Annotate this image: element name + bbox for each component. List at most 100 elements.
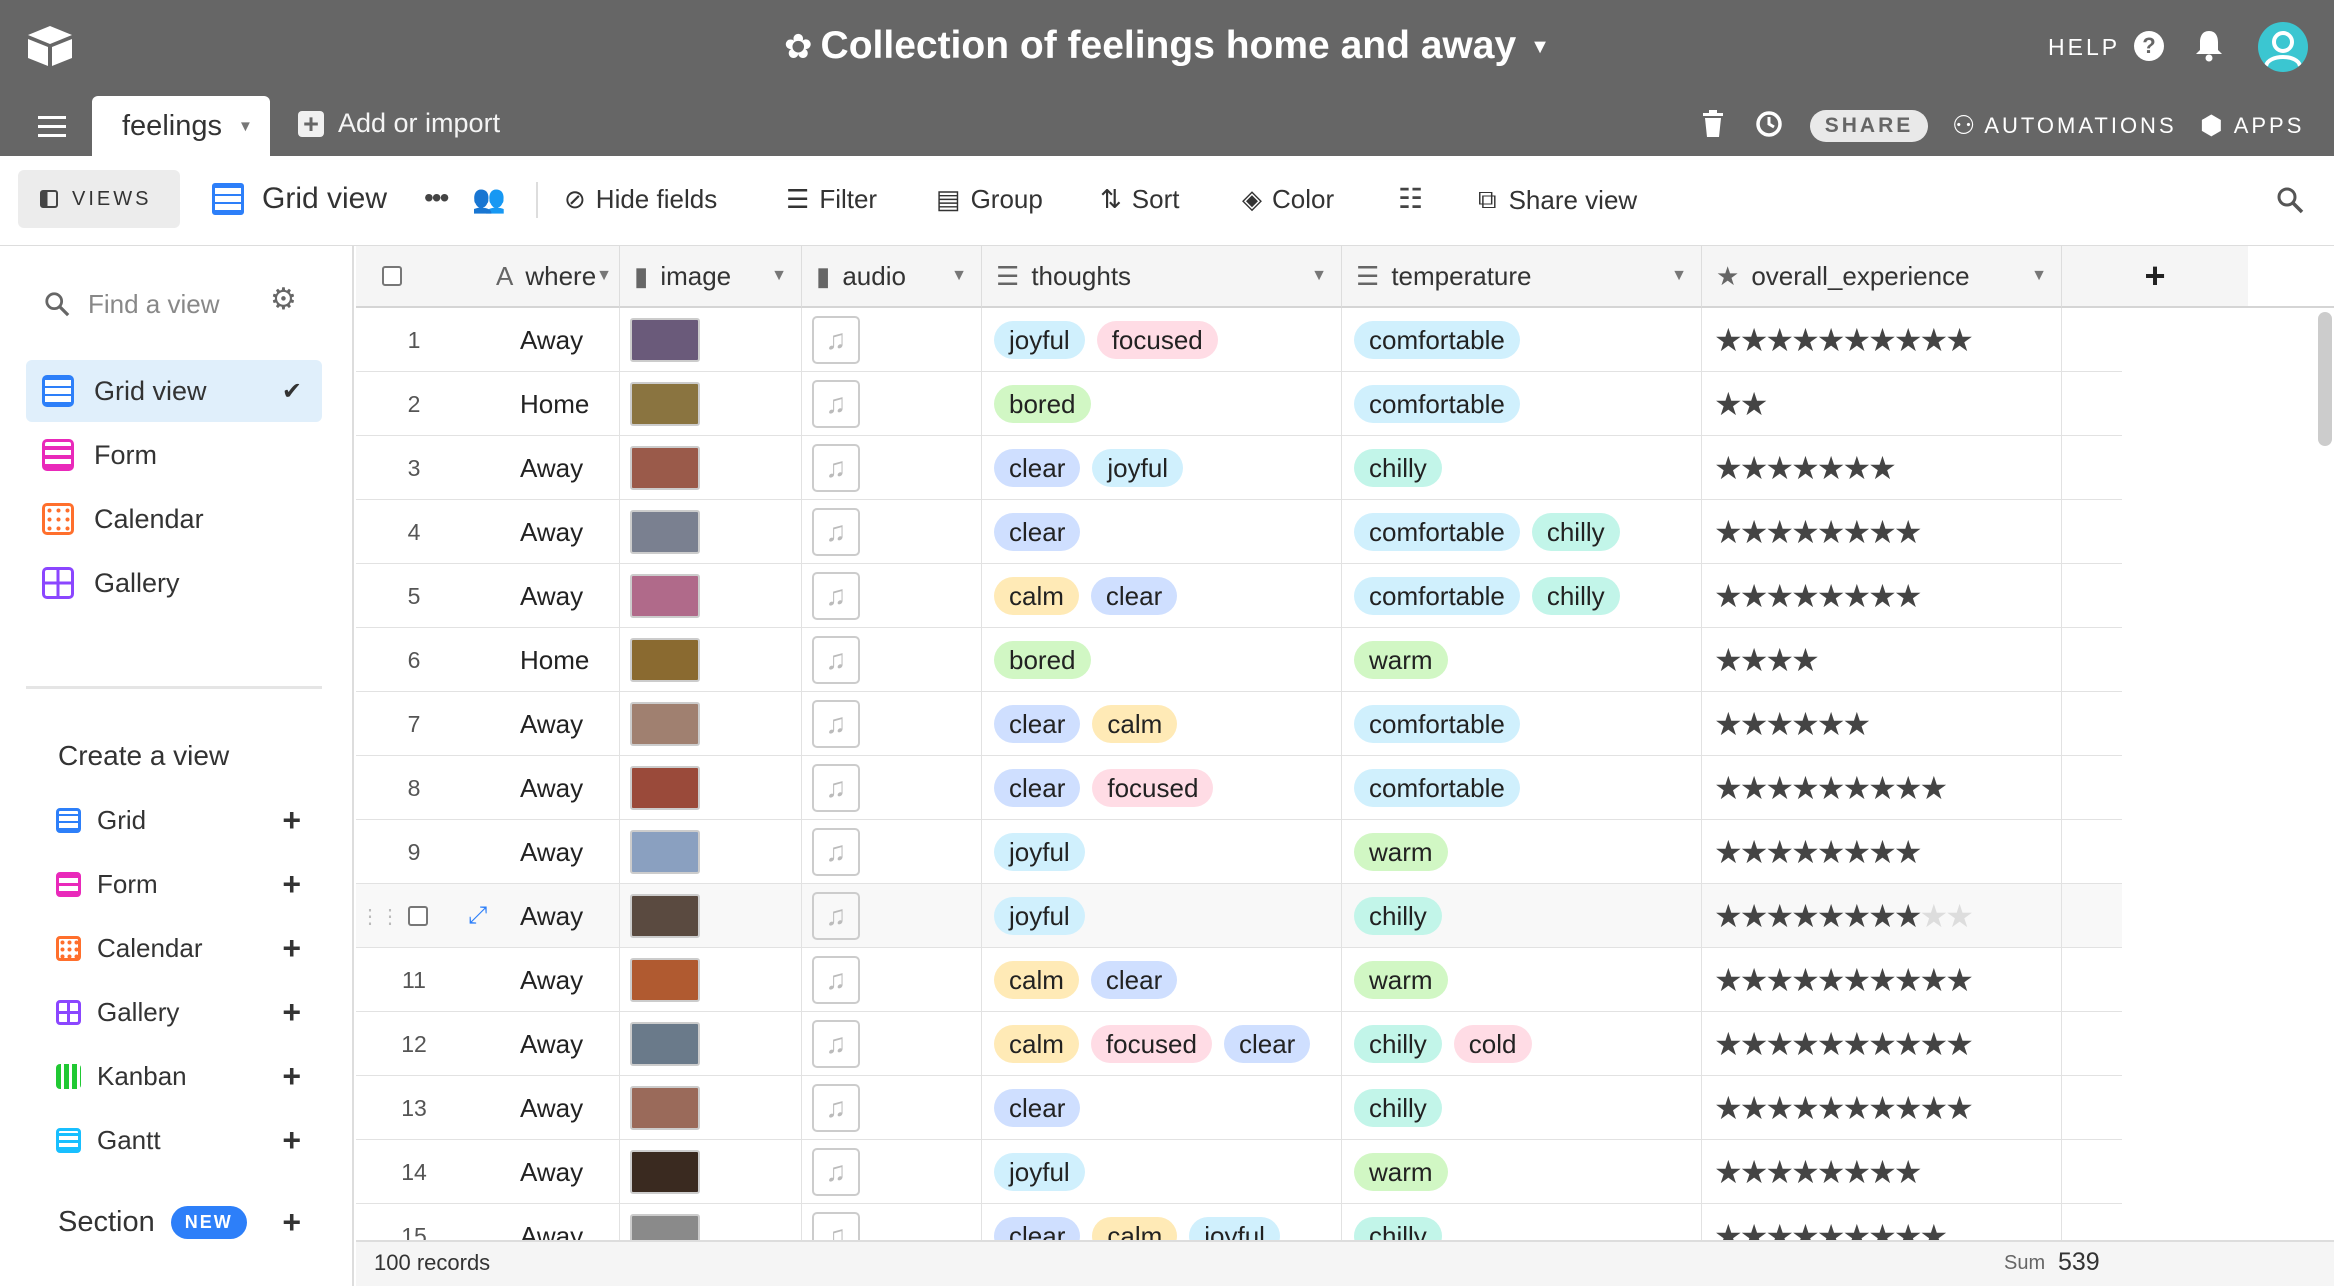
star-icon[interactable]: ★ bbox=[1714, 577, 1743, 615]
column-header-temperature[interactable]: ☰ temperature ▼ bbox=[1342, 246, 1702, 308]
overall-experience-cell[interactable]: ★ ★ ★ ★ ★ ★ ★ ★ bbox=[1702, 564, 2062, 628]
star-icon[interactable]: ★ bbox=[1714, 1153, 1743, 1191]
star-icon[interactable]: ★ bbox=[1714, 1089, 1743, 1127]
create-gallery-button[interactable]: Gallery + bbox=[56, 989, 301, 1035]
automations-button[interactable]: ⚇ AUTOMATIONS bbox=[1952, 110, 2177, 141]
temperature-cell[interactable]: warm bbox=[1342, 628, 1702, 692]
image-cell[interactable] bbox=[620, 308, 802, 372]
chevron-down-icon[interactable]: ▼ bbox=[771, 267, 787, 285]
star-icon[interactable]: ★ bbox=[1920, 1217, 1949, 1240]
star-icon[interactable]: ★ bbox=[1765, 833, 1794, 871]
star-icon[interactable]: ★ bbox=[1817, 769, 1846, 807]
image-thumbnail[interactable] bbox=[630, 702, 700, 746]
audio-cell[interactable]: ♫ bbox=[802, 1076, 982, 1140]
where-cell[interactable]: Away bbox=[496, 884, 620, 948]
star-icon[interactable]: ★ bbox=[1714, 513, 1743, 551]
star-icon[interactable]: ★ bbox=[1817, 1025, 1846, 1063]
star-icon[interactable]: ★ bbox=[1868, 897, 1897, 935]
star-icon[interactable]: ★ bbox=[1740, 385, 1769, 423]
music-note-icon[interactable]: ♫ bbox=[812, 508, 860, 556]
audio-cell[interactable]: ♫ bbox=[802, 756, 982, 820]
star-icon[interactable]: ★ bbox=[1842, 705, 1871, 743]
where-cell[interactable]: Away bbox=[496, 500, 620, 564]
star-icon[interactable]: ★ bbox=[1894, 1025, 1923, 1063]
chevron-down-icon[interactable]: ▼ bbox=[2031, 267, 2047, 285]
star-icon[interactable]: ★ bbox=[1740, 1153, 1769, 1191]
audio-cell[interactable]: ♫ bbox=[802, 1012, 982, 1076]
image-thumbnail[interactable] bbox=[630, 1150, 700, 1194]
image-thumbnail[interactable] bbox=[630, 958, 700, 1002]
table-row[interactable]: 11 Away ♫ calm clear warm ★ ★ ★ ★ ★ ★ ★ ★ ★ ★ bbox=[356, 948, 2122, 1012]
search-icon[interactable] bbox=[2276, 186, 2304, 214]
star-icon[interactable]: ★ bbox=[1817, 833, 1846, 871]
star-icon[interactable]: ★ bbox=[1842, 897, 1871, 935]
star-icon[interactable]: ★ bbox=[1842, 513, 1871, 551]
star-icon[interactable]: ★ bbox=[1868, 577, 1897, 615]
where-cell[interactable]: Away bbox=[496, 308, 620, 372]
thoughts-cell[interactable]: bored bbox=[982, 628, 1342, 692]
temperature-cell[interactable]: chilly bbox=[1342, 1076, 1702, 1140]
temperature-cell[interactable]: chilly cold bbox=[1342, 1012, 1702, 1076]
table-row[interactable]: 6 Home ♫ bored warm ★ ★ ★ ★ bbox=[356, 628, 2122, 692]
overall-experience-cell[interactable]: ★ ★ ★ ★ ★ ★ ★ ★ bbox=[1702, 500, 2062, 564]
add-field-button[interactable]: + bbox=[2062, 246, 2248, 308]
create-gantt-button[interactable]: Gantt + bbox=[56, 1117, 301, 1163]
table-row[interactable]: 13 Away ♫ clear chilly ★ ★ ★ ★ ★ ★ ★ ★ ★ ★ bbox=[356, 1076, 2122, 1140]
column-header-image[interactable]: ▮ image ▼ bbox=[620, 246, 802, 308]
where-cell[interactable]: Away bbox=[496, 820, 620, 884]
star-icon[interactable]: ★ bbox=[1842, 1025, 1871, 1063]
where-cell[interactable]: Home bbox=[496, 372, 620, 436]
star-icon[interactable]: ★ bbox=[1740, 1217, 1769, 1240]
star-icon[interactable]: ★ bbox=[1817, 1153, 1846, 1191]
star-icon[interactable]: ★ bbox=[1714, 705, 1743, 743]
table-row[interactable]: 1 Away ♫ joyful focused comfortable ★ ★ ★ ★ ★ ★ ★ ★ ★ ★ bbox=[356, 308, 2122, 372]
overall-experience-cell[interactable]: ★ ★ ★ ★ ★ ★ ★ ★ ★ ★ bbox=[1702, 1076, 2062, 1140]
color-button[interactable]: ◈ Color bbox=[1242, 184, 1334, 215]
star-icon[interactable]: ★ bbox=[1920, 769, 1949, 807]
star-icon[interactable]: ★ bbox=[1791, 833, 1820, 871]
table-row[interactable]: 15 Away ♫ clear calm joyful chilly ★ ★ ★ ★ ★ ★ ★ ★ ★ bbox=[356, 1204, 2122, 1240]
image-cell[interactable] bbox=[620, 372, 802, 436]
sidebar-item-form[interactable]: Form bbox=[26, 424, 322, 486]
star-icon[interactable]: ★ bbox=[1765, 641, 1794, 679]
star-icon[interactable]: ★ bbox=[1894, 897, 1923, 935]
overall-experience-cell[interactable]: ★ ★ ★ ★ ★ ★ ★ ★ bbox=[1702, 820, 2062, 884]
image-cell[interactable] bbox=[620, 628, 802, 692]
where-cell[interactable]: Away bbox=[496, 1012, 620, 1076]
music-note-icon[interactable]: ♫ bbox=[812, 828, 860, 876]
star-icon[interactable]: ★ bbox=[1791, 1217, 1820, 1240]
where-cell[interactable]: Away bbox=[496, 436, 620, 500]
star-icon[interactable]: ★ bbox=[1817, 449, 1846, 487]
star-icon[interactable]: ★ bbox=[1791, 705, 1820, 743]
music-note-icon[interactable]: ♫ bbox=[812, 1020, 860, 1068]
temperature-cell[interactable]: comfortable bbox=[1342, 308, 1702, 372]
image-thumbnail[interactable] bbox=[630, 318, 700, 362]
audio-cell[interactable]: ♫ bbox=[802, 948, 982, 1012]
share-button[interactable]: SHARE bbox=[1810, 110, 1928, 142]
table-row[interactable]: 2 Home ♫ bored comfortable ★ ★ bbox=[356, 372, 2122, 436]
temperature-cell[interactable]: warm bbox=[1342, 820, 1702, 884]
music-note-icon[interactable]: ♫ bbox=[812, 380, 860, 428]
image-thumbnail[interactable] bbox=[630, 1214, 700, 1240]
overall-experience-cell[interactable]: ★ ★ bbox=[1702, 372, 2062, 436]
star-icon[interactable]: ★ bbox=[1868, 1217, 1897, 1240]
star-icon[interactable]: ★ bbox=[1945, 1025, 1974, 1063]
star-icon[interactable]: ★ bbox=[1920, 1089, 1949, 1127]
star-icon[interactable]: ★ bbox=[1791, 641, 1820, 679]
thoughts-cell[interactable]: joyful bbox=[982, 1140, 1342, 1204]
star-icon[interactable]: ★ bbox=[1714, 833, 1743, 871]
thoughts-cell[interactable]: clear calm bbox=[982, 692, 1342, 756]
chevron-down-icon[interactable]: ▼ bbox=[596, 267, 612, 285]
star-icon[interactable]: ★ bbox=[1842, 577, 1871, 615]
star-icon[interactable]: ★ bbox=[1842, 1089, 1871, 1127]
audio-cell[interactable]: ♫ bbox=[802, 1140, 982, 1204]
star-icon[interactable]: ★ bbox=[1842, 449, 1871, 487]
thoughts-cell[interactable]: clear bbox=[982, 500, 1342, 564]
overall-experience-cell[interactable]: ★ ★ ★ ★ bbox=[1702, 628, 2062, 692]
apps-button[interactable]: ⬢ APPS bbox=[2200, 110, 2304, 141]
create-calendar-button[interactable]: Calendar + bbox=[56, 925, 301, 971]
where-cell[interactable]: Away bbox=[496, 1076, 620, 1140]
share-view-button[interactable]: ⧉ Share view bbox=[1478, 184, 1637, 216]
overall-experience-cell[interactable]: ★ ★ ★ ★ ★ ★ ★ ★ ★ ★ bbox=[1702, 884, 2062, 948]
table-tab-feelings[interactable]: feelings ▼ bbox=[92, 96, 270, 156]
